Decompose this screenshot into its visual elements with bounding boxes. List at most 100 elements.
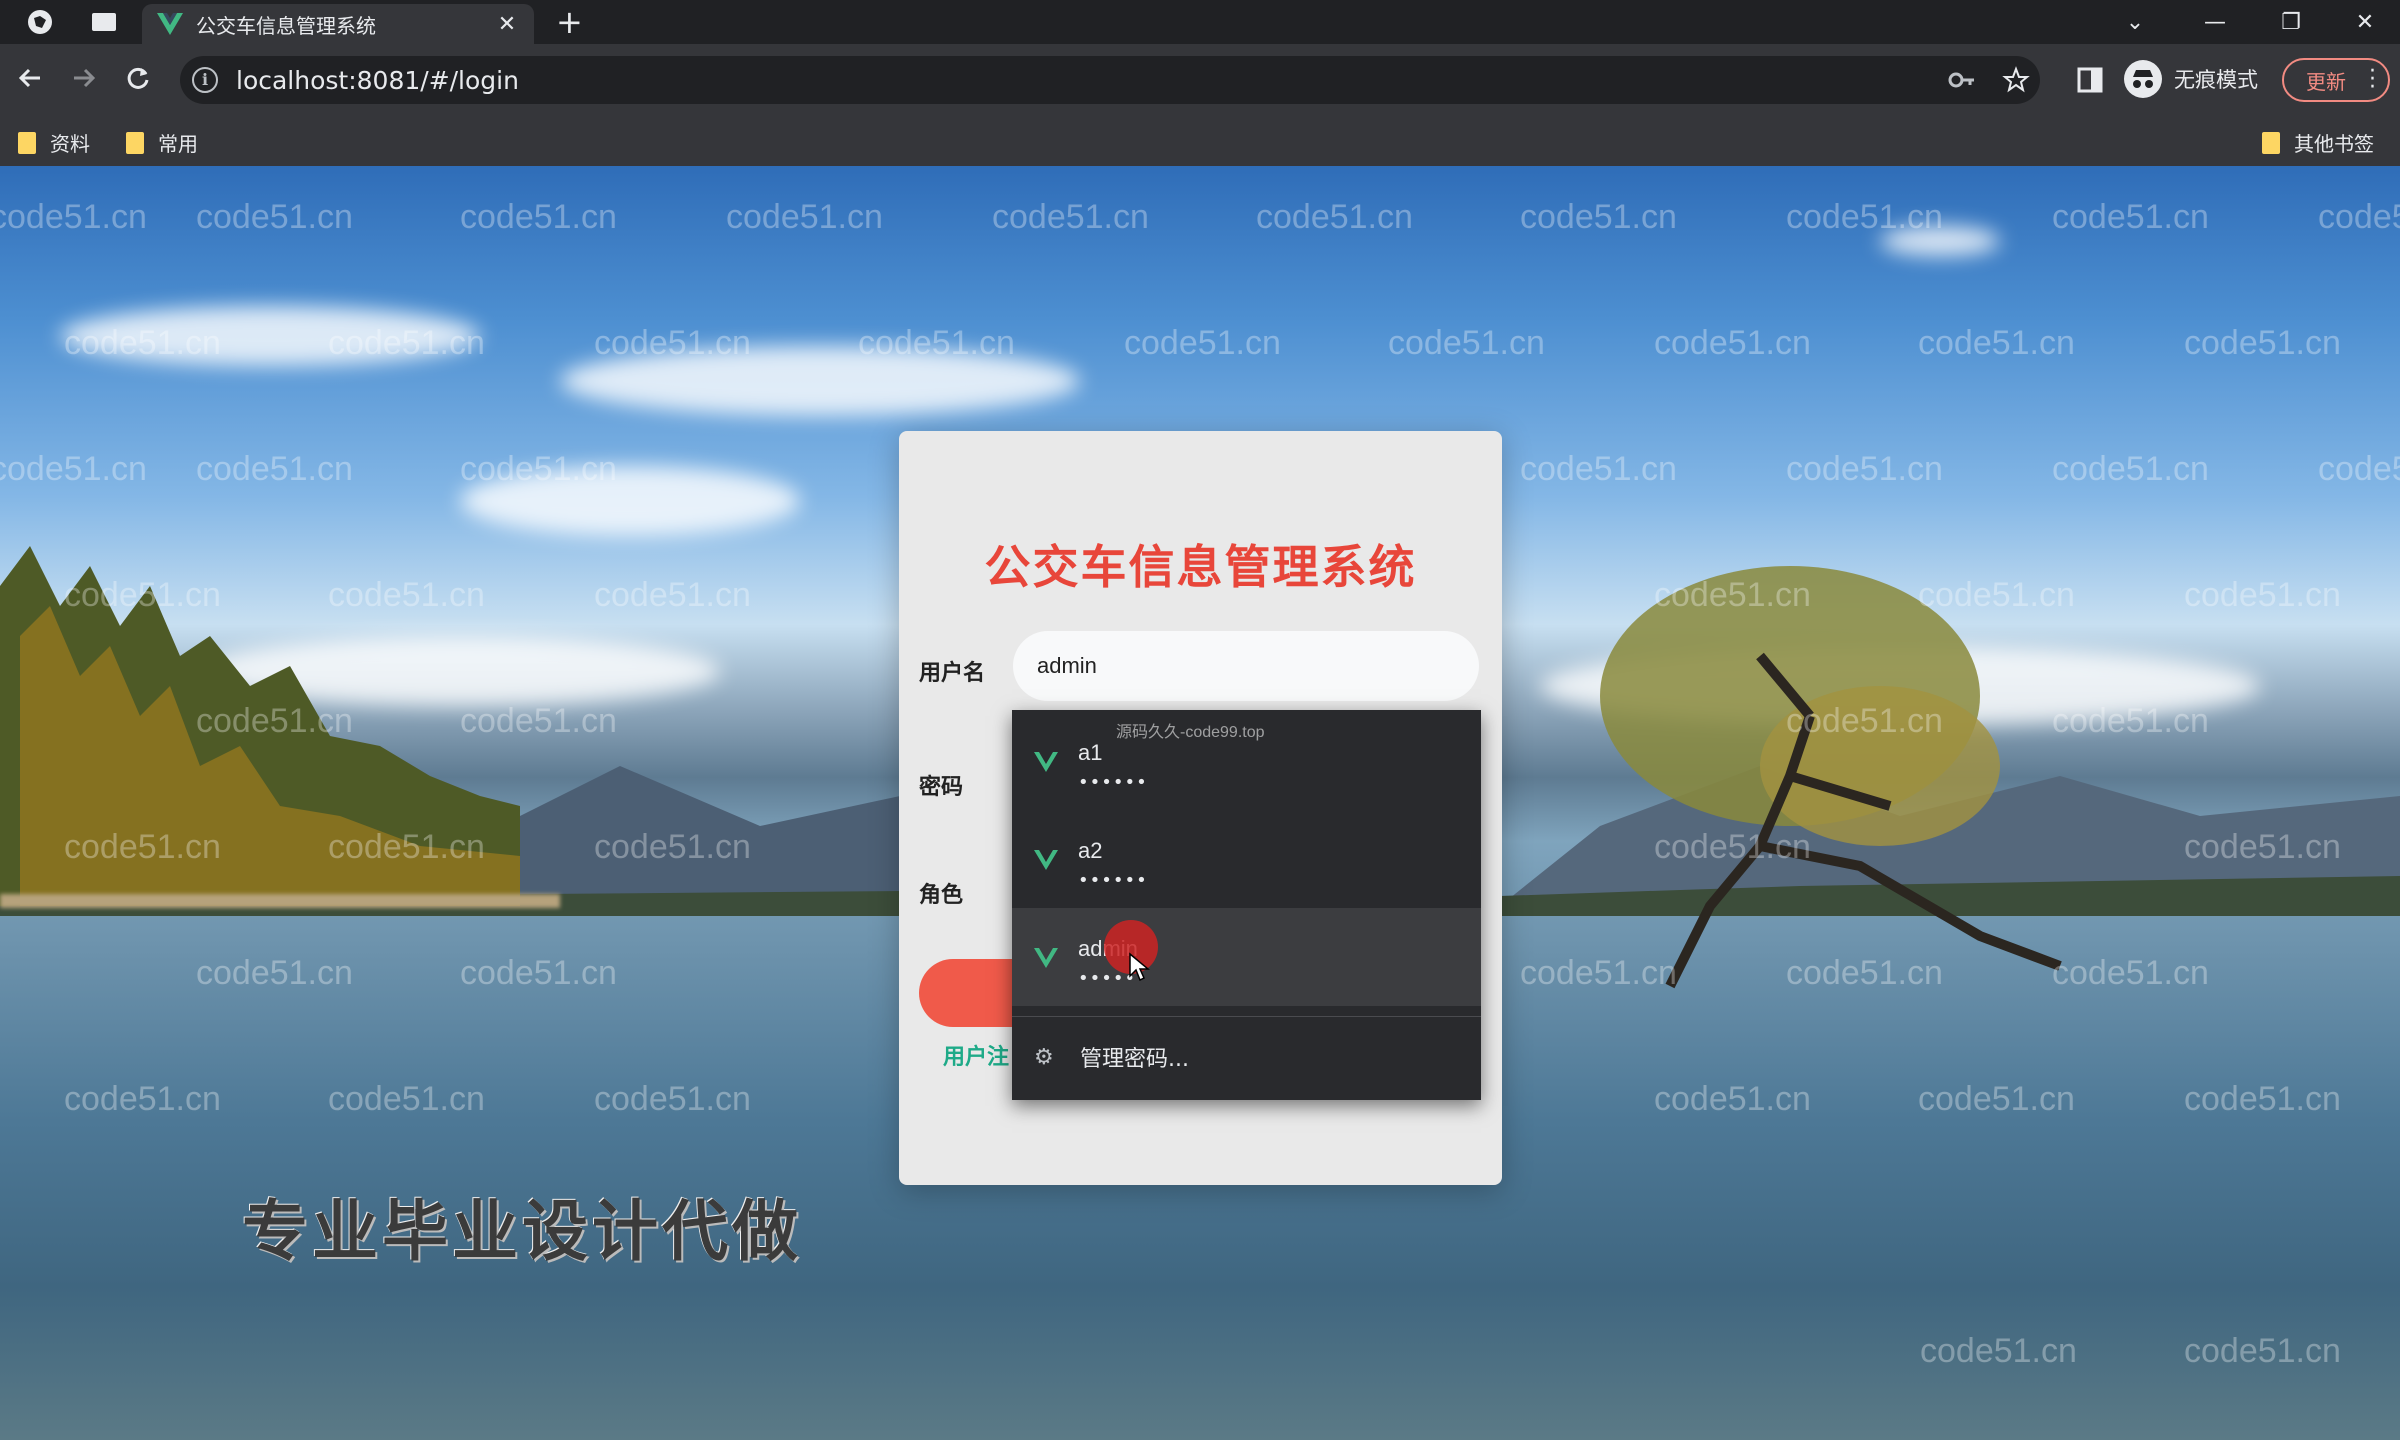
watermark: code51.cn (858, 324, 1015, 362)
watermark: code51.cn (328, 1080, 485, 1118)
vue-logo-icon (157, 13, 183, 35)
watermark: code51.cn (2052, 702, 2209, 740)
manage-passwords-item[interactable]: ⚙ 管理密码... (1012, 1018, 1481, 1096)
watermark: code51.cn (1256, 198, 1413, 236)
bookmarks-bar: 资料 常用 其他书签 (0, 118, 2400, 166)
watermark: code51.cn (1918, 324, 2075, 362)
divider (1012, 1016, 1481, 1017)
watermark: code51.cn (2052, 198, 2209, 236)
watermark: code51.cn (2052, 954, 2209, 992)
star-icon[interactable] (2000, 64, 2032, 96)
password-label: 密码 (919, 775, 964, 800)
watermark: code51.cn (594, 828, 751, 866)
minimize-button[interactable]: — (2180, 0, 2250, 44)
shoreline (0, 894, 560, 908)
login-title: 公交车信息管理系统 (984, 540, 1417, 594)
other-bookmarks[interactable]: 其他书签 (2262, 128, 2374, 157)
new-tab-button[interactable]: + (556, 4, 583, 40)
username-input[interactable] (1013, 631, 1479, 701)
watermark: code51.cn (2184, 324, 2341, 362)
watermark: code51.cn (2318, 450, 2400, 488)
autofill-username: a2 (1078, 838, 1103, 863)
watermark: code51.cn (1786, 954, 1943, 992)
address-bar[interactable]: i localhost:8081/#/login (180, 56, 2040, 104)
back-button[interactable] (10, 58, 50, 98)
other-bookmarks-label: 其他书签 (2294, 132, 2374, 156)
more-menu-icon[interactable]: · · · (2369, 61, 2376, 99)
tab-strip: 公交车信息管理系统 ✕ + ⌄ — ❐ ✕ (0, 0, 2400, 44)
tab-search-icon[interactable] (84, 6, 124, 38)
bookmark-label: 资料 (50, 132, 90, 156)
watermark: code51.cn (196, 702, 353, 740)
watermark: code51.cn (1520, 198, 1677, 236)
watermark: code51.cn (2184, 1332, 2341, 1370)
bookmark-folder[interactable]: 资料 (18, 128, 90, 157)
autofill-password-mask: •••••• (1078, 772, 1148, 793)
incognito-indicator[interactable]: 无痕模式 (2124, 60, 2258, 98)
watermark: code51.cn (1654, 324, 1811, 362)
tab-list-chevron-icon[interactable]: ⌄ (2100, 0, 2170, 44)
close-tab-icon[interactable]: ✕ (494, 12, 520, 37)
watermark: code51.cn (726, 198, 883, 236)
watermark: code51.cn (1786, 198, 1943, 236)
watermark: code51.cn (1654, 576, 1811, 614)
watermark: code51.cn (594, 1080, 751, 1118)
folder-icon (126, 131, 144, 154)
autofill-option[interactable]: a1 •••••• (1012, 712, 1481, 810)
site-info-icon[interactable]: i (192, 67, 218, 93)
watermark: code51.cn (1786, 450, 1943, 488)
watermark: code51.cn (328, 828, 485, 866)
username-label: 用户名 (919, 661, 986, 686)
watermark: code51.cn (1654, 1080, 1811, 1118)
register-link[interactable]: 用户注 (943, 1039, 1009, 1071)
watermark: code51.cn (196, 954, 353, 992)
watermark: code51.cn (0, 450, 147, 488)
bookmark-label: 常用 (158, 132, 198, 156)
bookmark-folder[interactable]: 常用 (126, 128, 198, 157)
side-panel-icon[interactable] (2072, 62, 2108, 98)
watermark: code51.cn (594, 324, 751, 362)
gear-icon: ⚙ (1034, 1044, 1054, 1070)
active-tab[interactable]: 公交车信息管理系统 ✕ (142, 4, 534, 44)
watermark: code51.cn (2318, 198, 2400, 236)
watermark: code51.cn (64, 324, 221, 362)
watermark: code51.cn (460, 954, 617, 992)
role-label: 角色 (919, 883, 964, 908)
watermark: code51.cn (1124, 324, 1281, 362)
close-window-button[interactable]: ✕ (2330, 0, 2400, 44)
tab-title: 公交车信息管理系统 (196, 13, 376, 38)
restore-button[interactable]: ❐ (2256, 0, 2326, 44)
watermark: code51.cn (328, 576, 485, 614)
watermark: code51.cn (460, 198, 617, 236)
watermark: code51.cn (64, 576, 221, 614)
folder-icon (2262, 131, 2280, 154)
reload-button[interactable] (118, 58, 158, 98)
watermark: code51.cn (196, 198, 353, 236)
watermark: code51.cn (64, 828, 221, 866)
vue-logo-icon (1034, 850, 1058, 870)
key-icon[interactable] (1946, 64, 1978, 96)
autofill-option[interactable]: a2 •••••• (1012, 810, 1481, 908)
watermark: code51.cn (1918, 1080, 2075, 1118)
update-button[interactable]: 更新 · · · (2282, 58, 2390, 102)
watermark: code51.cn (2184, 576, 2341, 614)
browser-menu-icon[interactable] (20, 6, 60, 38)
overlay-ad-text: 专业毕业设计代做 (242, 1193, 802, 1270)
watermark: code51.cn (328, 324, 485, 362)
autofill-option[interactable]: admin ••••• (1012, 908, 1481, 1006)
lone-tree (1600, 566, 2062, 989)
watermark: code51.cn (0, 198, 147, 236)
watermark: code51.cn (992, 198, 1149, 236)
watermark: code51.cn (2184, 828, 2341, 866)
autofill-password-mask: •••••• (1078, 870, 1148, 891)
incognito-label: 无痕模式 (2174, 68, 2258, 92)
update-label: 更新 (2306, 69, 2346, 94)
watermark: code51.cn (1786, 702, 1943, 740)
vue-logo-icon (1034, 948, 1058, 968)
watermark: code51.cn (1520, 450, 1677, 488)
watermark: code51.cn (460, 450, 617, 488)
autofill-username: a1 (1078, 740, 1103, 765)
watermark: code51.cn (2052, 450, 2209, 488)
password-autofill-dropdown: 源码久久-code99.top a1 •••••• a2 •••••• admi… (1012, 710, 1481, 1100)
forward-button[interactable] (64, 58, 104, 98)
